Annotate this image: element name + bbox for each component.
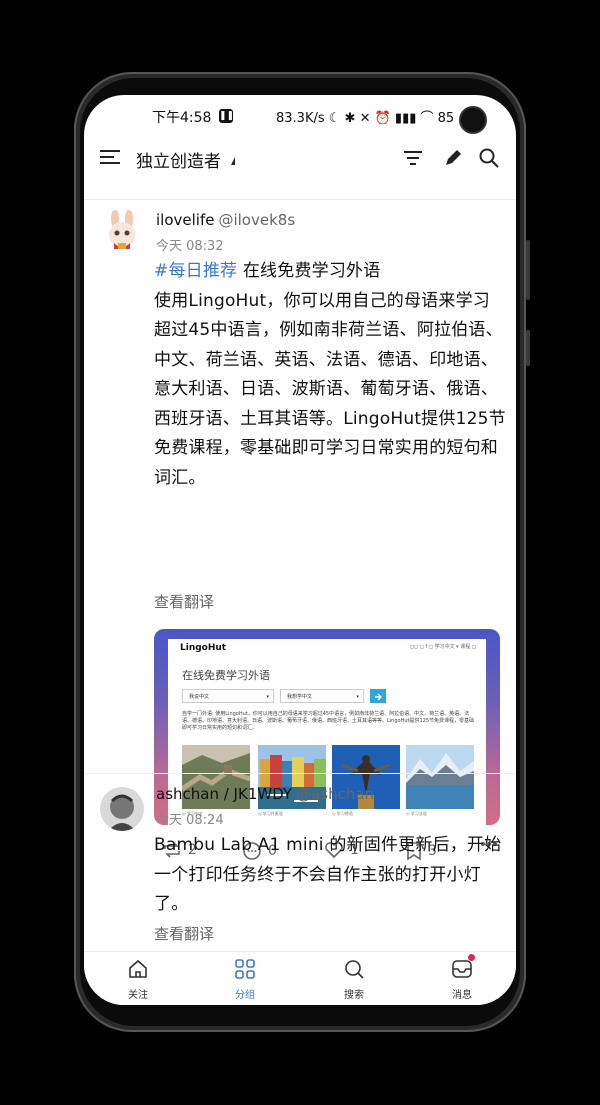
translate-link[interactable]: 查看翻译 (154, 591, 214, 612)
dropdown-icon[interactable] (227, 157, 235, 165)
tab-follow[interactable]: 关注 (108, 958, 168, 1001)
avatar[interactable] (100, 787, 144, 831)
tab-label: 关注 (128, 990, 148, 1001)
edit-icon[interactable] (442, 147, 464, 173)
search-icon[interactable] (478, 147, 500, 173)
post-time: 今天 08:24 (156, 813, 224, 828)
preview-nav: ◻◻ ◻ f ◻ 学习中文 ▾ 课程 ◻ (409, 644, 476, 650)
tab-messages[interactable]: 消息 (432, 958, 492, 1001)
notification-badge (468, 954, 475, 961)
preview-select-native: 我说中文 ▾ (182, 689, 274, 703)
status-time: 下午4:58 (152, 110, 212, 126)
preview-select-target: 我想学中文 ▾ (280, 689, 364, 703)
volume-button (526, 240, 530, 300)
bottom-nav: 关注 分组 搜索 消息 (84, 951, 516, 1005)
preview-heading: 在线免费学习外语 (182, 669, 270, 682)
user-name[interactable]: ashchan / JK1WDY (156, 785, 292, 803)
divider (84, 199, 516, 200)
tab-groups[interactable]: 分组 (215, 958, 275, 1001)
preview-caption: ◎ 学习丹麦语 (258, 811, 283, 816)
home-icon (129, 959, 147, 978)
post-author[interactable]: ashchan / JK1WDY @ashchan (156, 785, 374, 803)
user-handle[interactable]: @ashchan (296, 785, 374, 803)
app-screen: 下午4:58 ❚❚ 83.3K/s ☾ ✱ ✕ ⏰ ▮▮▮ ⌒ 85 独立创造者 (84, 95, 516, 1005)
filter-icon[interactable] (402, 147, 424, 173)
tab-label: 消息 (452, 990, 472, 1001)
inbox-icon (452, 960, 472, 978)
preview-caption: ◎ 学习法语 (406, 811, 427, 816)
hashtag-link[interactable]: #每日推荐 (154, 261, 237, 281)
post-text-body: 使用LingoHut，你可以用自己的母语来学习超过45中语言，例如南非荷兰语、阿… (154, 290, 506, 488)
preview-image-alps-lake (406, 745, 474, 809)
user-handle[interactable]: @ilovek8s (218, 211, 295, 229)
page-title[interactable]: 独立创造者 (136, 147, 221, 172)
front-camera (459, 106, 487, 134)
recording-icon: ❚❚ (219, 109, 235, 123)
post-time: 今天 08:32 (156, 239, 224, 254)
preview-select-native-label: 我说中文 (189, 694, 210, 700)
tab-search[interactable]: 搜索 (324, 958, 384, 1001)
post-text-line: 在线免费学习外语 (237, 261, 381, 281)
status-indicators: 83.3K/s ☾ ✱ ✕ ⏰ ▮▮▮ ⌒ 85 (276, 111, 455, 126)
avatar[interactable] (100, 209, 144, 253)
grid-icon (235, 959, 255, 979)
preview-paragraph: 自学一门外语: 使用LingoHut，你可以用自己的母语来学习超过45中语言，例… (182, 711, 475, 731)
preview-select-target-label: 我想学中文 (287, 694, 313, 700)
search-icon (345, 960, 364, 979)
tab-label: 分组 (235, 990, 255, 1001)
preview-logo: LingoHut (180, 643, 227, 653)
menu-icon[interactable] (100, 149, 120, 169)
tab-label: 搜索 (344, 990, 364, 1001)
translate-link[interactable]: 查看翻译 (154, 923, 214, 944)
post-text: Bambu Lab A1 mini 的新固件更新后，开始一个打印任务终于不会自作… (154, 835, 502, 914)
post-text: #每日推荐 在线免费学习外语 使用LingoHut，你可以用自己的母语来学习超过… (154, 257, 506, 493)
preview-caption: ◎ 学习德语 (332, 811, 353, 816)
power-button (526, 330, 530, 366)
user-name[interactable]: ilovelife (156, 211, 214, 229)
divider (84, 773, 516, 774)
preview-go-button (370, 689, 386, 703)
top-bar: 独立创造者 (84, 143, 516, 175)
post-author[interactable]: ilovelife @ilovek8s (156, 211, 295, 229)
status-bar: 下午4:58 ❚❚ 83.3K/s ☾ ✱ ✕ ⏰ ▮▮▮ ⌒ 85 (84, 95, 516, 135)
